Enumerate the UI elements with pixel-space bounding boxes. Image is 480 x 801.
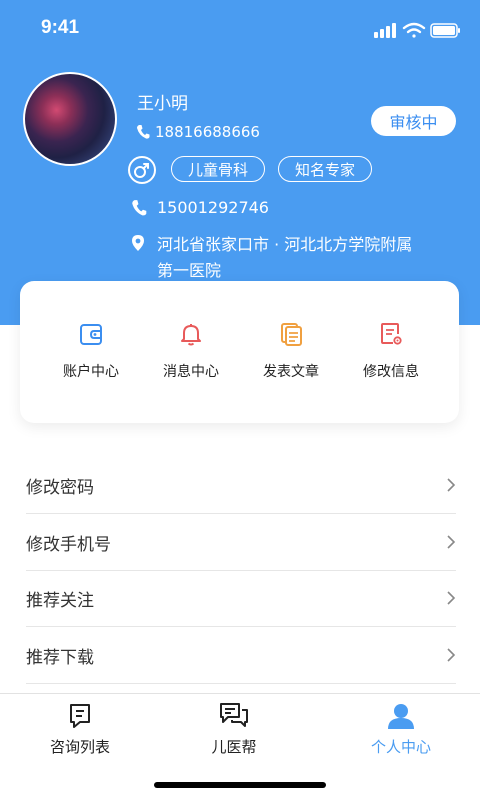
secondary-phone-row: 15001292746 — [131, 198, 269, 217]
menu-item-change-password[interactable]: 修改密码 — [26, 457, 456, 514]
menu-item-recommend-follow[interactable]: 推荐关注 — [26, 570, 456, 627]
chevron-right-icon — [447, 591, 456, 605]
quick-actions-card: 账户中心 消息中心 发表文章 修改信息 — [20, 281, 459, 423]
signal-icon — [374, 23, 396, 38]
edit-document-icon — [381, 323, 402, 345]
phone-icon — [137, 125, 150, 139]
tab-label: 儿医帮 — [211, 738, 257, 756]
menu-item-label: 修改手机号 — [26, 534, 111, 555]
home-indicator — [154, 782, 326, 788]
status-time: 9:41 — [41, 17, 80, 38]
tab-label: 个人中心 — [370, 738, 431, 756]
bell-icon — [181, 324, 201, 346]
chat-icon — [220, 703, 248, 727]
primary-phone: 18816688666 — [155, 123, 260, 141]
menu-item-label: 修改密码 — [26, 477, 94, 498]
address-line-1: 河北省张家口市 · 河北北方学院附属 — [157, 235, 413, 254]
wifi-icon — [402, 22, 426, 38]
audit-status-badge[interactable]: 审核中 — [371, 106, 456, 136]
location-pin-icon — [132, 235, 144, 251]
edit-info-label: 修改信息 — [363, 364, 419, 380]
menu-item-label: 推荐下载 — [26, 647, 94, 668]
battery-icon — [430, 23, 460, 38]
message-center-button[interactable]: 消息中心 — [146, 321, 236, 381]
phone-icon — [132, 199, 147, 215]
chevron-right-icon — [447, 535, 456, 549]
menu-item-change-phone[interactable]: 修改手机号 — [26, 514, 456, 571]
male-gender-icon — [128, 156, 156, 184]
account-center-label: 账户中心 — [63, 364, 119, 380]
user-name: 王小明 — [137, 94, 188, 114]
status-icons — [374, 21, 462, 43]
address-row: 河北省张家口市 · 河北北方学院附属 第一医院 — [131, 232, 412, 284]
documents-icon — [281, 323, 302, 346]
tab-label: 咨询列表 — [49, 738, 110, 756]
secondary-phone: 15001292746 — [157, 198, 269, 217]
primary-phone-row: 18816688666 — [136, 123, 260, 141]
tab-personal-center[interactable]: 个人中心 — [341, 702, 461, 757]
tab-consult-list[interactable]: 咨询列表 — [20, 702, 140, 757]
account-center-button[interactable]: 账户中心 — [46, 321, 136, 381]
publish-article-label: 发表文章 — [263, 364, 319, 380]
title-tag: 知名专家 — [278, 156, 372, 182]
chevron-right-icon — [447, 648, 456, 662]
edit-info-button[interactable]: 修改信息 — [346, 321, 436, 381]
wallet-icon — [80, 324, 102, 345]
consult-list-icon — [70, 704, 90, 728]
status-bar: 9:41 — [0, 0, 480, 58]
avatar[interactable] — [23, 72, 117, 166]
menu-item-label: 推荐关注 — [26, 590, 94, 611]
publish-article-button[interactable]: 发表文章 — [246, 321, 336, 381]
menu-item-recommend-download[interactable]: 推荐下载 — [26, 627, 456, 684]
message-center-label: 消息中心 — [163, 364, 219, 380]
user-icon — [388, 704, 414, 729]
department-tag: 儿童骨科 — [171, 156, 265, 182]
tab-doctor-help[interactable]: 儿医帮 — [174, 702, 294, 757]
chevron-right-icon — [447, 478, 456, 492]
